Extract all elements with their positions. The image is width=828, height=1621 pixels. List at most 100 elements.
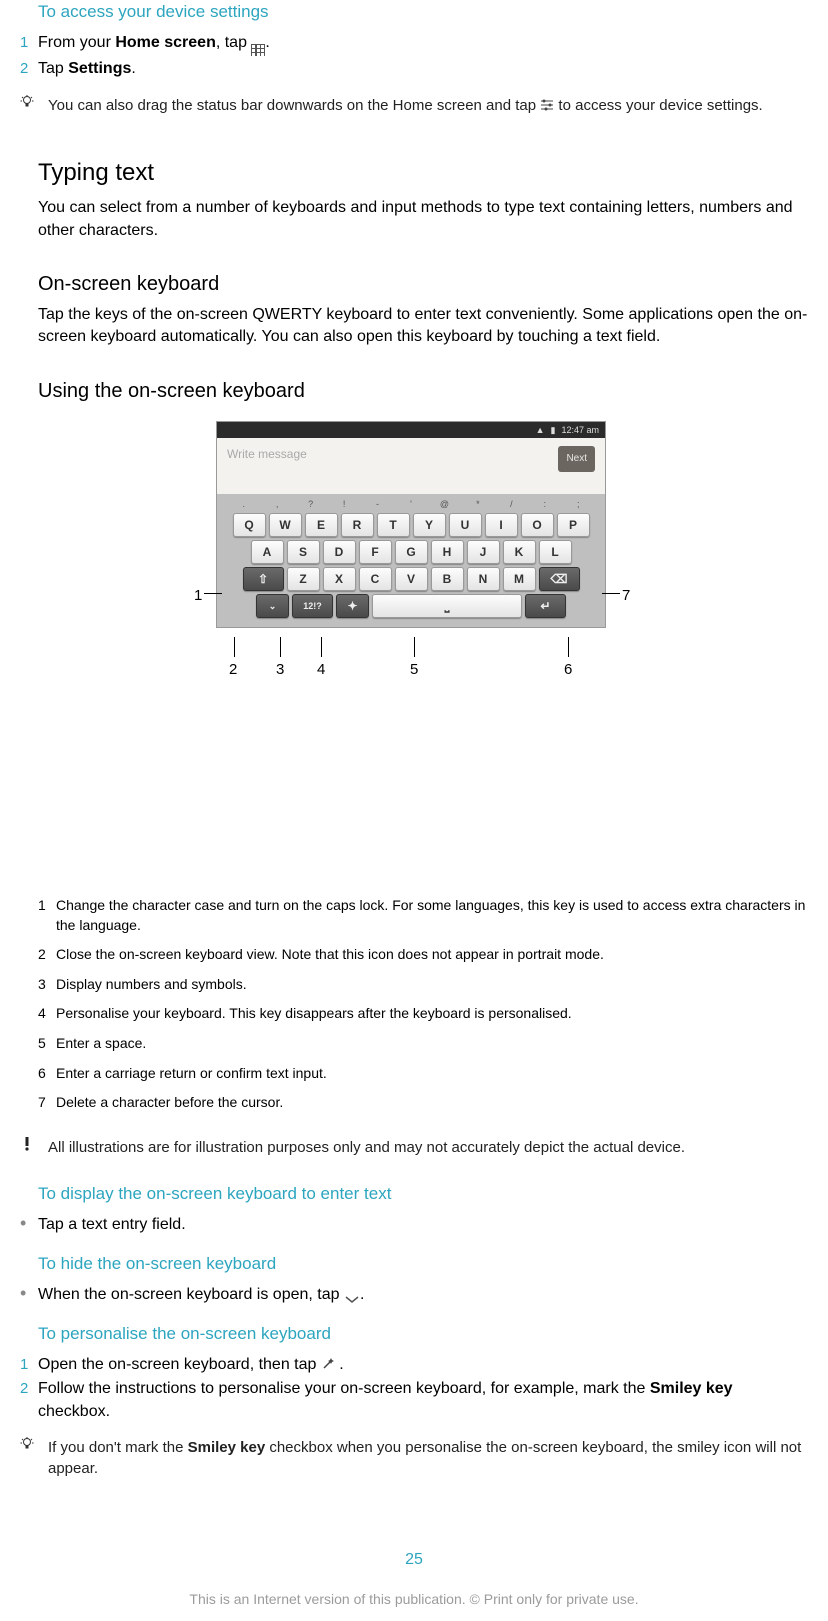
bullet-row: • Tap a text entry field. bbox=[20, 1214, 808, 1236]
step-text: Follow the instructions to personalise y… bbox=[38, 1378, 808, 1423]
key-personalise: ✦ bbox=[336, 594, 369, 618]
key-f: F bbox=[359, 540, 392, 564]
text: . bbox=[265, 34, 269, 51]
keyboard-figure: ▲ ▮ 12:47 am Write message Next .,?!-'@*… bbox=[194, 421, 634, 888]
step-text: Open the on-screen keyboard, then tap . bbox=[38, 1354, 808, 1376]
step-number: 1 bbox=[20, 1354, 38, 1376]
key-m: M bbox=[503, 567, 536, 591]
text: checkbox. bbox=[38, 1403, 110, 1420]
sym-hint: ; bbox=[562, 498, 595, 511]
step-text: From your Home screen, tap . bbox=[38, 32, 808, 57]
apps-icon bbox=[251, 44, 265, 56]
legend-number: 6 bbox=[38, 1064, 56, 1084]
key-backspace: ⌫ bbox=[539, 567, 580, 591]
text-bold: Home screen bbox=[115, 34, 216, 51]
key-row-3: ⇧ ZXCVBNM ⌫ bbox=[223, 567, 599, 591]
text: Tap bbox=[38, 60, 68, 77]
exclamation-icon bbox=[20, 1137, 48, 1158]
legend-number: 4 bbox=[38, 1004, 56, 1024]
heading-access-settings: To access your device settings bbox=[38, 0, 808, 24]
bullet-icon: • bbox=[20, 1214, 38, 1236]
text: . bbox=[131, 60, 135, 77]
text: Follow the instructions to personalise y… bbox=[38, 1380, 650, 1397]
message-placeholder: Write message bbox=[227, 446, 558, 463]
status-time: 12:47 am bbox=[561, 424, 599, 437]
sym-hint: / bbox=[495, 498, 528, 511]
key-row-4: ⌄ 12!? ✦ ⎵ ↵ bbox=[223, 594, 599, 618]
key-g: G bbox=[395, 540, 428, 564]
step-number: 2 bbox=[20, 1378, 38, 1423]
key-r: R bbox=[341, 513, 374, 537]
key-numsym: 12!? bbox=[292, 594, 333, 618]
text-bold: Settings bbox=[68, 60, 131, 77]
text: When the on-screen keyboard is open, tap bbox=[38, 1286, 344, 1303]
keyboard-keys-area: .,?!-'@*/:; QWERTYUIOP ASDFGHJKL ⇧ ZXCVB… bbox=[217, 494, 605, 627]
text-bold: Smiley key bbox=[188, 1439, 266, 1456]
key-a: A bbox=[251, 540, 284, 564]
key-hide: ⌄ bbox=[256, 594, 289, 618]
key-j: J bbox=[467, 540, 500, 564]
chevron-down-icon bbox=[344, 1290, 360, 1300]
message-area: Write message Next bbox=[217, 438, 605, 494]
callout-2: 2 bbox=[229, 659, 237, 680]
key-enter: ↵ bbox=[525, 594, 566, 618]
next-button: Next bbox=[558, 446, 595, 472]
callout-1: 1 bbox=[194, 585, 202, 606]
text: to access your device settings. bbox=[554, 97, 762, 114]
bullet-text: When the on-screen keyboard is open, tap… bbox=[38, 1284, 808, 1306]
lightbulb-icon bbox=[20, 1437, 48, 1479]
legend-text: Enter a carriage return or confirm text … bbox=[56, 1064, 808, 1084]
text: You can also drag the status bar downwar… bbox=[48, 97, 540, 114]
step-text: Tap Settings. bbox=[38, 58, 808, 80]
text: . bbox=[335, 1356, 344, 1373]
bullet-row: • When the on-screen keyboard is open, t… bbox=[20, 1284, 808, 1306]
key-space: ⎵ bbox=[372, 594, 522, 618]
legend-text: Personalise your keyboard. This key disa… bbox=[56, 1004, 808, 1024]
key-v: V bbox=[395, 567, 428, 591]
callout-line bbox=[204, 593, 222, 594]
legend-number: 7 bbox=[38, 1093, 56, 1113]
legend-text: Enter a space. bbox=[56, 1034, 808, 1054]
key-p: P bbox=[557, 513, 590, 537]
wand-icon bbox=[321, 1356, 335, 1370]
legend-item: 7Delete a character before the cursor. bbox=[38, 1093, 808, 1113]
legend-text: Change the character case and turn on th… bbox=[56, 896, 808, 935]
signal-icon: ▲ bbox=[536, 424, 545, 437]
sym-hint: ! bbox=[327, 498, 360, 511]
callout-6: 6 bbox=[564, 659, 572, 680]
callout-line bbox=[234, 637, 235, 657]
step-row: 1 From your Home screen, tap . bbox=[20, 32, 808, 57]
legend-number: 3 bbox=[38, 975, 56, 995]
legend-number: 5 bbox=[38, 1034, 56, 1054]
legend-text: Delete a character before the cursor. bbox=[56, 1093, 808, 1113]
warning-row: All illustrations are for illustration p… bbox=[20, 1137, 808, 1158]
legend-item: 6Enter a carriage return or confirm text… bbox=[38, 1064, 808, 1084]
callout-line bbox=[280, 637, 281, 657]
heading-typing: Typing text bbox=[38, 156, 808, 190]
callout-7: 7 bbox=[622, 585, 630, 606]
heading-display-osk: To display the on-screen keyboard to ent… bbox=[38, 1182, 808, 1206]
status-bar: ▲ ▮ 12:47 am bbox=[217, 422, 605, 439]
key-u: U bbox=[449, 513, 482, 537]
key-i: I bbox=[485, 513, 518, 537]
battery-icon: ▮ bbox=[551, 424, 556, 437]
heading-hide-osk: To hide the on-screen keyboard bbox=[38, 1252, 808, 1276]
heading-osk: On-screen keyboard bbox=[38, 270, 808, 298]
symbol-hint-row: .,?!-'@*/:; bbox=[223, 498, 599, 513]
key-shift: ⇧ bbox=[243, 567, 284, 591]
callout-4: 4 bbox=[317, 659, 325, 680]
paragraph: Tap the keys of the on-screen QWERTY key… bbox=[38, 304, 808, 349]
key-t: T bbox=[377, 513, 410, 537]
key-q: Q bbox=[233, 513, 266, 537]
heading-using-osk: Using the on-screen keyboard bbox=[38, 377, 808, 405]
sym-hint: - bbox=[361, 498, 394, 511]
legend-item: 4Personalise your keyboard. This key dis… bbox=[38, 1004, 808, 1024]
keyboard-mockup: ▲ ▮ 12:47 am Write message Next .,?!-'@*… bbox=[216, 421, 606, 628]
key-c: C bbox=[359, 567, 392, 591]
legend-item: 5Enter a space. bbox=[38, 1034, 808, 1054]
bullet-icon: • bbox=[20, 1284, 38, 1306]
footer-text: This is an Internet version of this publ… bbox=[20, 1590, 808, 1610]
sym-hint: . bbox=[227, 498, 260, 511]
key-b: B bbox=[431, 567, 464, 591]
callout-3: 3 bbox=[276, 659, 284, 680]
